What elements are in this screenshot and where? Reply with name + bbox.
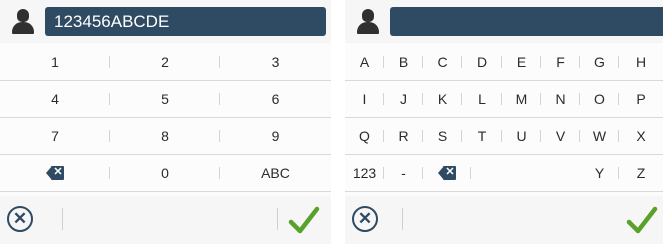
key-z[interactable]: Z xyxy=(619,155,663,191)
key-g[interactable]: G xyxy=(580,44,619,80)
confirm-button[interactable] xyxy=(626,204,658,236)
cancel-icon: ✕ xyxy=(357,209,373,228)
alpha-keypad: A B C D E F G H I J K L M N O P Q R S T … xyxy=(345,44,663,192)
key-4[interactable]: 4 xyxy=(0,81,110,117)
alpha-mode-key[interactable]: ABC xyxy=(220,155,331,191)
key-row: I J K L M N O P xyxy=(345,81,663,118)
user-id-input[interactable]: 123456ABCDE xyxy=(45,7,326,36)
user-icon xyxy=(356,9,380,35)
key-f[interactable]: F xyxy=(541,44,580,80)
key-9[interactable]: 9 xyxy=(220,118,331,154)
numeric-mode-key[interactable]: 123 xyxy=(345,155,384,191)
footer-divider xyxy=(402,208,403,230)
key-row: A B C D E F G H xyxy=(345,44,663,81)
confirm-button[interactable] xyxy=(288,204,320,236)
key-row: 4 5 6 xyxy=(0,81,331,118)
key-p[interactable]: P xyxy=(619,81,663,117)
key-q[interactable]: Q xyxy=(345,118,384,154)
key-n[interactable]: N xyxy=(541,81,580,117)
key-row: Q R S T U V W X xyxy=(345,118,663,155)
cancel-button[interactable]: ✕ xyxy=(352,206,378,232)
key-a[interactable]: A xyxy=(345,44,384,80)
key-row: 123 - ✕ Y Z xyxy=(345,155,663,192)
key-h[interactable]: H xyxy=(619,44,663,80)
key-row: 1 2 3 xyxy=(0,44,331,81)
key-s[interactable]: S xyxy=(423,118,462,154)
key-o[interactable]: O xyxy=(580,81,619,117)
alpha-keyboard-panel: A B C D E F G H I J K L M N O P Q R S T … xyxy=(345,0,663,244)
numeric-keyboard-panel: 123456ABCDE 1 2 3 4 5 6 7 8 9 ✕ 0 ABC ✕ xyxy=(0,0,331,244)
key-u[interactable]: U xyxy=(502,118,541,154)
key-2[interactable]: 2 xyxy=(110,44,220,80)
key-1[interactable]: 1 xyxy=(0,44,110,80)
key-e[interactable]: E xyxy=(502,44,541,80)
backspace-key[interactable]: ✕ xyxy=(423,155,471,191)
key-6[interactable]: 6 xyxy=(220,81,331,117)
key-k[interactable]: K xyxy=(423,81,462,117)
key-b[interactable]: B xyxy=(384,44,423,80)
key-7[interactable]: 7 xyxy=(0,118,110,154)
key-w[interactable]: W xyxy=(580,118,619,154)
key-row: ✕ 0 ABC xyxy=(0,155,331,192)
backspace-key[interactable]: ✕ xyxy=(0,155,110,191)
key-5[interactable]: 5 xyxy=(110,81,220,117)
key-0[interactable]: 0 xyxy=(110,155,220,191)
backspace-icon: ✕ xyxy=(438,166,456,181)
key-v[interactable]: V xyxy=(541,118,580,154)
key-c[interactable]: C xyxy=(423,44,462,80)
key-r[interactable]: R xyxy=(384,118,423,154)
key-8[interactable]: 8 xyxy=(110,118,220,154)
blank-key-area xyxy=(471,155,580,191)
user-icon xyxy=(11,9,35,35)
cancel-button[interactable]: ✕ xyxy=(7,206,33,232)
key-y[interactable]: Y xyxy=(580,155,619,191)
key-l[interactable]: L xyxy=(462,81,502,117)
action-footer: ✕ xyxy=(0,196,331,244)
action-footer: ✕ xyxy=(345,196,663,244)
key-t[interactable]: T xyxy=(462,118,502,154)
key-j[interactable]: J xyxy=(384,81,423,117)
user-id-input[interactable] xyxy=(390,7,663,36)
input-header: 123456ABCDE xyxy=(0,0,331,43)
key-hyphen[interactable]: - xyxy=(384,155,423,191)
checkmark-icon xyxy=(288,206,320,234)
key-row: 7 8 9 xyxy=(0,118,331,155)
footer-divider xyxy=(277,208,278,230)
checkmark-icon xyxy=(626,206,658,234)
key-m[interactable]: M xyxy=(502,81,541,117)
cancel-icon: ✕ xyxy=(12,209,28,228)
input-header xyxy=(345,0,663,43)
key-d[interactable]: D xyxy=(462,44,502,80)
backspace-icon: ✕ xyxy=(46,166,64,181)
key-3[interactable]: 3 xyxy=(220,44,331,80)
key-x[interactable]: X xyxy=(619,118,663,154)
key-i[interactable]: I xyxy=(345,81,384,117)
footer-divider xyxy=(62,208,63,230)
numeric-keypad: 1 2 3 4 5 6 7 8 9 ✕ 0 ABC xyxy=(0,44,331,192)
